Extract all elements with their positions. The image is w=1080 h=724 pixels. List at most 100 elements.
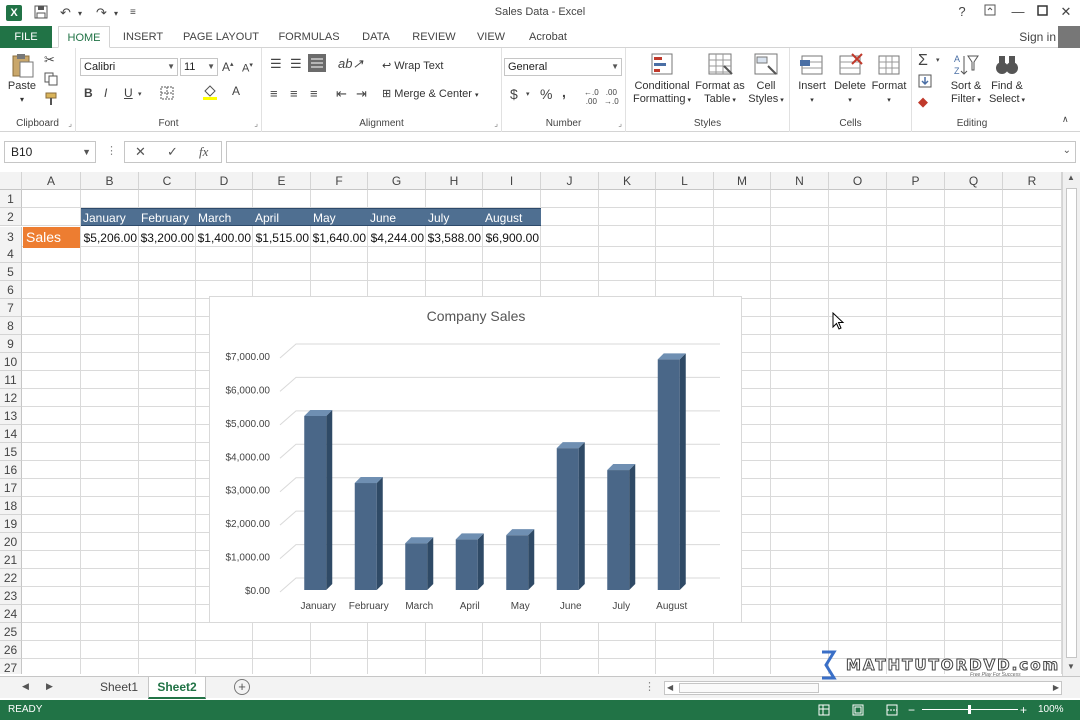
close-icon[interactable]: ✕ [1056,4,1076,20]
row-header-1[interactable]: 1 [0,190,22,208]
row-header-22[interactable]: 22 [0,569,22,587]
minimize-icon[interactable]: — [1008,4,1028,19]
column-header-h[interactable]: H [426,172,483,190]
shrink-font-icon[interactable]: A▾ [242,61,253,75]
orientation-icon[interactable]: ab↗ [338,56,363,72]
column-header-i[interactable]: I [483,172,541,190]
find-select-button[interactable]: Find & Select ▾ [986,52,1028,107]
tab-page-layout[interactable]: PAGE LAYOUT [178,26,264,48]
currency-button[interactable]: $ [510,86,518,102]
font-launcher-icon[interactable]: ⌟ [254,119,258,128]
insert-function-icon[interactable]: fx [199,144,208,160]
column-header-g[interactable]: G [368,172,426,190]
row-header-17[interactable]: 17 [0,479,22,497]
percent-button[interactable]: % [540,86,552,102]
insert-cells-button[interactable]: Insert ▾ [794,52,830,107]
cell-F3[interactable]: $1,640.00 [311,229,368,247]
normal-view-icon[interactable] [818,704,830,724]
column-header-a[interactable]: A [22,172,81,190]
increase-decimal-icon[interactable]: ←.0.00 [584,88,599,106]
tab-review[interactable]: REVIEW [406,26,462,48]
cell-H3[interactable]: $3,588.00 [426,229,483,247]
format-painter-icon[interactable] [44,92,58,109]
font-size-select[interactable]: 11 ▼ [180,58,218,76]
row-header-18[interactable]: 18 [0,497,22,515]
sort-filter-button[interactable]: AZ Sort & Filter ▾ [946,52,986,107]
tab-data[interactable]: DATA [354,26,398,48]
row-header-5[interactable]: 5 [0,263,22,281]
cell-G3[interactable]: $4,244.00 [368,229,426,247]
row-header-6[interactable]: 6 [0,281,22,299]
font-family-select[interactable]: Calibri ▼ [80,58,178,76]
tab-view[interactable]: VIEW [470,26,512,48]
cell-B3[interactable]: $5,206.00 [81,229,139,247]
sheet-tab-sheet2[interactable]: Sheet2 [148,677,206,699]
row-header-13[interactable]: 13 [0,407,22,425]
column-header-r[interactable]: R [1003,172,1062,190]
formula-input[interactable]: ⌄ [226,141,1076,163]
clipboard-launcher-icon[interactable]: ⌟ [68,119,72,128]
middle-align-icon[interactable]: ☰ [290,56,302,72]
cell-C2[interactable]: February [139,208,196,226]
sign-in-link[interactable]: Sign in [1019,26,1056,48]
horizontal-scroll-thumb[interactable] [679,683,819,693]
column-header-j[interactable]: J [541,172,599,190]
underline-button[interactable]: U [124,86,133,100]
page-layout-view-icon[interactable] [852,704,864,724]
row-header-10[interactable]: 10 [0,353,22,371]
select-all-corner[interactable] [0,172,22,190]
column-header-d[interactable]: D [196,172,253,190]
row-header-25[interactable]: 25 [0,623,22,641]
increase-indent-icon[interactable]: ⇥ [356,86,367,102]
vertical-scroll-thumb[interactable] [1066,188,1077,658]
number-format-select[interactable]: General ▼ [504,58,622,76]
row-header-11[interactable]: 11 [0,371,22,389]
sheet-tab-sheet1[interactable]: Sheet1 [92,677,146,699]
row-header-4[interactable]: 4 [0,245,22,263]
cell-G2[interactable]: June [368,208,426,226]
fill-icon[interactable] [918,74,932,91]
column-header-k[interactable]: K [599,172,656,190]
row-header-3[interactable]: 3 [0,227,22,247]
zoom-out-icon[interactable]: − [908,700,915,720]
column-header-f[interactable]: F [311,172,368,190]
borders-icon[interactable] [160,86,174,103]
cell-styles-button[interactable]: Cell Styles ▾ [746,52,786,107]
horizontal-scrollbar[interactable]: ◀ ▶ [664,681,1062,695]
column-header-o[interactable]: O [829,172,887,190]
row-header-26[interactable]: 26 [0,641,22,659]
page-break-view-icon[interactable] [886,704,898,724]
alignment-launcher-icon[interactable]: ⌟ [494,119,498,128]
help-icon[interactable]: ? [952,4,972,19]
decrease-indent-icon[interactable]: ⇤ [336,86,347,102]
row-header-23[interactable]: 23 [0,587,22,605]
collapse-ribbon-icon[interactable]: ∧ [1062,114,1069,125]
add-sheet-icon[interactable]: + [234,679,250,695]
vertical-scrollbar[interactable]: ▲ ▼ [1062,172,1080,676]
fill-color-icon[interactable] [202,84,218,103]
cell-I2[interactable]: August [483,208,541,226]
company-sales-chart[interactable]: Company Sales $0.00 $1,000.00 $2,000.00 $3,0… [209,296,742,623]
currency-dropdown-icon[interactable]: ▾ [526,90,530,98]
row-header-8[interactable]: 8 [0,317,22,335]
tab-home[interactable]: HOME [58,26,110,48]
conditional-formatting-button[interactable]: Conditional Formatting ▾ [630,52,694,107]
format-cells-button[interactable]: Format ▾ [870,52,908,107]
column-header-m[interactable]: M [714,172,771,190]
name-box[interactable]: B10 ▼ [4,141,96,163]
row-header-16[interactable]: 16 [0,461,22,479]
format-as-table-button[interactable]: Format as Table ▾ [694,52,746,107]
column-header-p[interactable]: P [887,172,945,190]
number-launcher-icon[interactable]: ⌟ [618,119,622,128]
column-header-e[interactable]: E [253,172,311,190]
bottom-align-icon[interactable] [308,54,326,75]
cell-D2[interactable]: March [196,208,253,226]
tab-insert[interactable]: INSERT [116,26,170,48]
row-header-27[interactable]: 27 [0,659,22,674]
row-header-15[interactable]: 15 [0,443,22,461]
zoom-in-icon[interactable]: + [1020,700,1027,720]
zoom-slider-thumb[interactable] [968,705,971,714]
autosum-dropdown-icon[interactable]: ▾ [936,56,940,64]
row-header-21[interactable]: 21 [0,551,22,569]
row-header-20[interactable]: 20 [0,533,22,551]
